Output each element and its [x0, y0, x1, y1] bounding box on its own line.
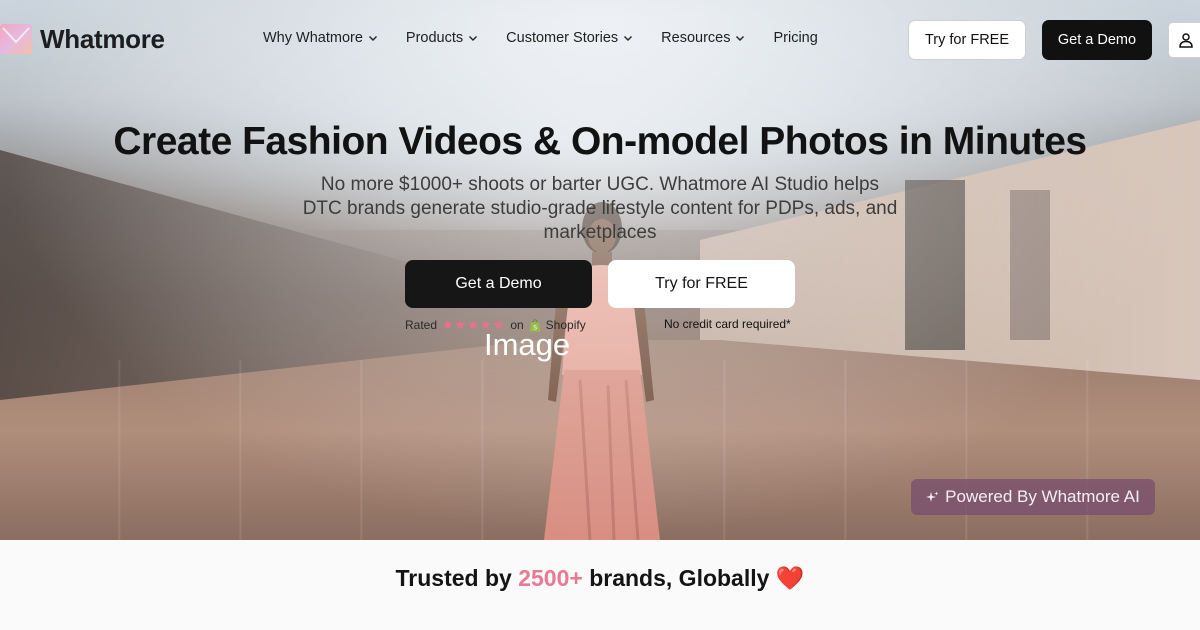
nav-item-label: Why Whatmore — [263, 30, 363, 46]
image-placeholder-label: Image — [484, 327, 571, 362]
whatmore-logo-icon — [0, 24, 32, 54]
hero-subheadline: No more $1000+ shoots or barter UGC. Wha… — [302, 174, 898, 243]
trusted-brand-count: 2500+ — [518, 565, 583, 591]
nav-item-label: Resources — [661, 30, 731, 46]
user-account-button[interactable] — [1168, 22, 1200, 58]
heart-icon: ❤️ — [775, 565, 805, 591]
hero-get-a-demo-button[interactable]: Get a Demo — [405, 260, 592, 308]
nav-item-label: Products — [405, 30, 464, 46]
nav-item-label: Pricing — [773, 30, 818, 46]
brand-logo[interactable]: Whatmore — [0, 22, 165, 56]
trusted-by-heading: Trusted by 2500+ brands, Globally ❤️ — [0, 565, 1200, 592]
nav-item-label: Customer Stories — [506, 30, 619, 46]
rating-prefix: Rated — [405, 318, 438, 332]
sparkle-icon — [926, 491, 939, 502]
hero-background-image — [0, 0, 1200, 540]
nav-item-why-whatmore[interactable]: Why Whatmore — [263, 30, 378, 46]
top-navigation: Whatmore Why Whatmore Products Customer … — [0, 0, 1200, 80]
nav-item-customer-stories[interactable]: Customer Stories — [506, 30, 633, 46]
powered-by-label: Powered By Whatmore AI — [945, 487, 1140, 506]
main-menu: Why Whatmore Products Customer Stories R… — [263, 30, 818, 46]
trusted-suffix: brands, Globally — [589, 565, 770, 591]
brand-name: Whatmore — [40, 23, 165, 54]
nav-item-products[interactable]: Products — [406, 30, 478, 46]
hero-light-overlay — [0, 0, 1200, 540]
hero-headline: Create Fashion Videos & On-model Photos … — [113, 120, 1087, 163]
chevron-down-icon — [469, 36, 478, 41]
chevron-down-icon — [624, 36, 633, 41]
nav-item-pricing[interactable]: Pricing — [773, 30, 817, 46]
hero-try-for-free-button[interactable]: Try for FREE — [608, 260, 795, 308]
nav-item-resources[interactable]: Resources — [661, 30, 745, 46]
chevron-down-icon — [736, 36, 745, 41]
no-credit-card-note: No credit card required* — [664, 317, 791, 331]
get-a-demo-button[interactable]: Get a Demo — [1042, 20, 1152, 60]
user-icon — [1179, 33, 1193, 48]
trusted-prefix: Trusted by — [395, 565, 512, 591]
powered-by-badge: Powered By Whatmore AI — [911, 479, 1155, 515]
chevron-down-icon — [368, 36, 377, 41]
try-for-free-button[interactable]: Try for FREE — [908, 20, 1026, 60]
